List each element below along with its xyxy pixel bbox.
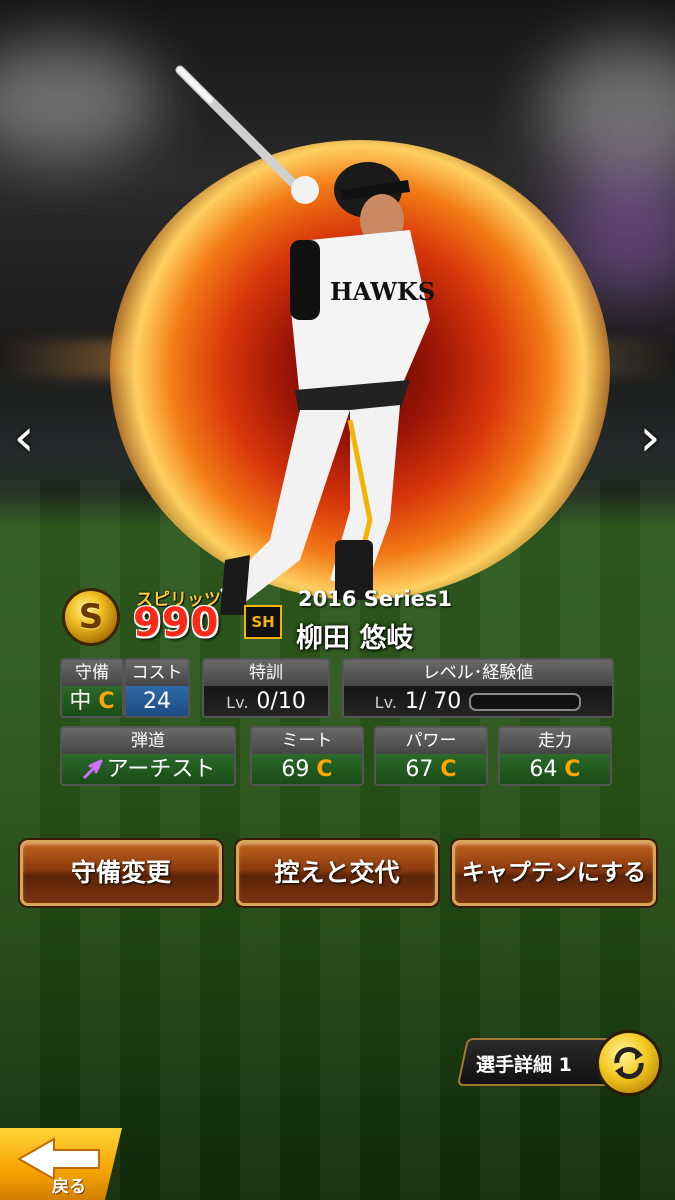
make-captain-button[interactable]: キャプテンにする: [452, 840, 656, 906]
prev-player-arrow[interactable]: ‹: [4, 410, 44, 466]
meet-box: ミート 69 C: [250, 726, 364, 786]
position-value: 中 C: [62, 686, 122, 716]
refresh-icon: [614, 1047, 644, 1079]
team-logo-icon: SH: [244, 605, 282, 639]
next-player-arrow[interactable]: ›: [630, 410, 670, 466]
meet-value: 69 C: [252, 754, 362, 784]
player-detail-label[interactable]: 選手詳細 1: [476, 1050, 572, 1077]
training-value: Lv. 0/10: [204, 686, 328, 716]
trajectory-header: 弾道: [62, 728, 234, 754]
training-box: 特訓 Lv. 0/10: [202, 658, 330, 718]
position-box: 守備 中 C: [60, 658, 124, 718]
speed-value: 64 C: [500, 754, 610, 784]
trajectory-arrow-icon: [82, 759, 103, 780]
level-box: レベル･経験値 Lv. 1/ 70: [342, 658, 614, 718]
cost-box: コスト 24: [124, 658, 190, 718]
spirits-value: 990: [133, 600, 220, 646]
player-illustration: HAWKS: [175, 65, 435, 615]
change-position-button[interactable]: 守備変更: [20, 840, 222, 906]
speed-box: 走力 64 C: [498, 726, 612, 786]
svg-text:HAWKS: HAWKS: [330, 277, 435, 306]
refresh-button[interactable]: [596, 1030, 662, 1096]
power-header: パワー: [376, 728, 486, 754]
exp-bar: [469, 693, 582, 711]
back-label[interactable]: 戻る: [52, 1172, 86, 1197]
trajectory-value: アーチスト: [62, 754, 234, 784]
speed-grade: C: [564, 757, 581, 782]
training-header: 特訓: [204, 660, 328, 686]
stadium-light-left: [0, 40, 160, 160]
chevron-right-icon: ›: [639, 408, 661, 468]
cost-value: 24: [126, 686, 188, 716]
level-header: レベル･経験値: [344, 660, 612, 686]
power-value: 67 C: [376, 754, 486, 784]
card-series: 2016 Series1: [298, 587, 453, 611]
power-box: パワー 67 C: [374, 726, 488, 786]
meet-grade: C: [316, 757, 333, 782]
cost-header: コスト: [126, 660, 188, 686]
meet-header: ミート: [252, 728, 362, 754]
spirits-coin-icon: S: [62, 588, 120, 646]
chevron-left-icon: ‹: [13, 408, 35, 468]
power-grade: C: [440, 757, 457, 782]
stadium-light-right: [540, 40, 675, 180]
swap-reserve-button[interactable]: 控えと交代: [236, 840, 438, 906]
player-name: 柳田 悠岐: [296, 623, 414, 654]
level-value: Lv. 1/ 70: [344, 686, 612, 716]
position-grade: C: [98, 689, 115, 714]
trajectory-box: 弾道 アーチスト: [60, 726, 236, 786]
position-header: 守備: [62, 660, 122, 686]
speed-header: 走力: [500, 728, 610, 754]
